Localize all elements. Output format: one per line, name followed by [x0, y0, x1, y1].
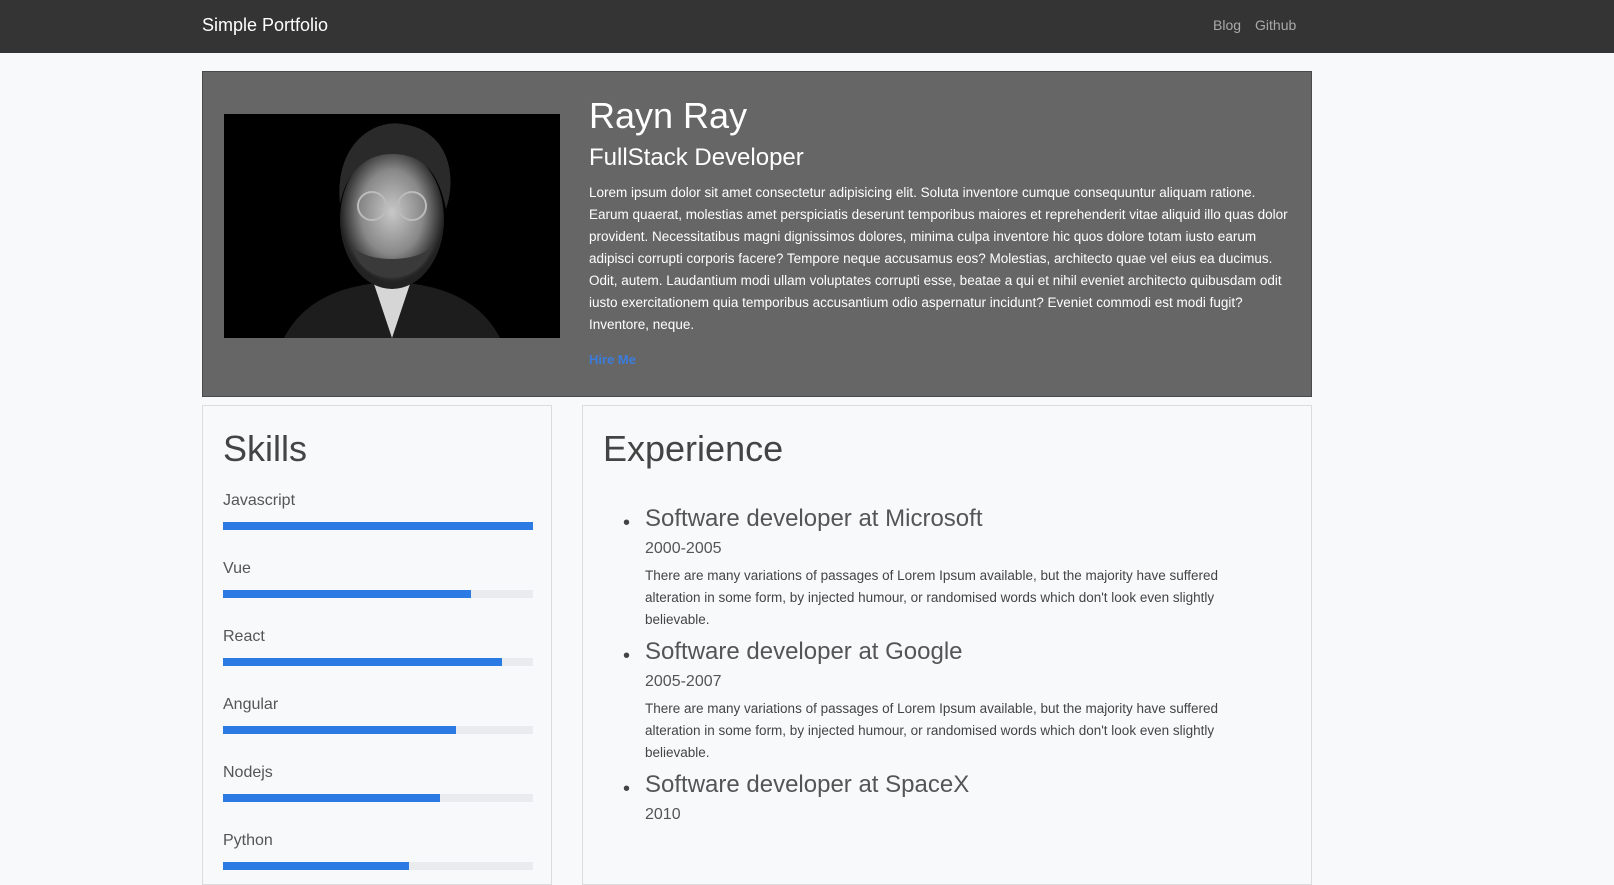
hero-text: Rayn Ray FullStack Developer Lorem ipsum… [589, 94, 1294, 369]
skill-progress-fill [223, 794, 440, 802]
experience-years: 2000-2005 [645, 540, 722, 557]
experience-list: • Software developer at Microsoft 2000-2… [623, 504, 1263, 831]
skill-progress-fill [223, 590, 471, 598]
experience-job-title: Software developer at Google [645, 638, 963, 665]
brand-logo[interactable]: Simple Portfolio [202, 15, 328, 36]
bullet-icon: • [623, 645, 631, 667]
bullet-icon: • [623, 512, 631, 534]
skill-progress-track [223, 522, 533, 530]
skill-item: Angular [223, 696, 533, 734]
hero-section: Rayn Ray FullStack Developer Lorem ipsum… [202, 71, 1312, 397]
skill-progress-fill [223, 726, 456, 734]
nav-link-github[interactable]: Github [1255, 17, 1296, 33]
skill-name: Python [223, 832, 273, 849]
experience-job-title: Software developer at Microsoft [645, 505, 983, 532]
experience-job-title: Software developer at SpaceX [645, 771, 970, 798]
skill-name: Nodejs [223, 764, 273, 781]
skills-card: Skills Javascript Vue React Angular Nodejs Py… [202, 405, 552, 885]
skill-progress-fill [223, 522, 533, 530]
skill-name: React [223, 628, 265, 645]
experience-card: Experience • Software developer at Micro… [582, 405, 1312, 885]
experience-years: 2005-2007 [645, 673, 722, 690]
skill-progress-track [223, 658, 533, 666]
skill-progress-track [223, 794, 533, 802]
skill-item: Javascript [223, 492, 533, 530]
profile-role: FullStack Developer [589, 144, 804, 171]
nav-links: Blog Github [1213, 17, 1296, 33]
experience-years: 2010 [645, 806, 681, 823]
experience-description: There are many variations of passages of… [645, 701, 1219, 760]
portrait-image [224, 114, 560, 338]
experience-item: • Software developer at SpaceX 2010 [623, 770, 1263, 824]
skill-name: Javascript [223, 492, 296, 509]
skill-progress-fill [223, 658, 502, 666]
experience-description: There are many variations of passages of… [645, 568, 1219, 627]
experience-title: Experience [603, 428, 784, 469]
bullet-icon: • [623, 778, 631, 800]
skill-item: Vue [223, 560, 533, 598]
skill-item: React [223, 628, 533, 666]
top-navbar: Simple Portfolio Blog Github [0, 0, 1614, 53]
experience-item: • Software developer at Microsoft 2000-2… [623, 504, 1263, 631]
profile-photo [224, 114, 560, 338]
hire-me-link[interactable]: Hire Me [589, 352, 636, 367]
skill-progress-track [223, 590, 533, 598]
profile-name: Rayn Ray [589, 95, 748, 136]
skill-name: Vue [223, 560, 251, 577]
skill-item: Python [223, 832, 533, 870]
nav-link-blog[interactable]: Blog [1213, 17, 1241, 33]
skill-item: Nodejs [223, 764, 533, 802]
skill-name: Angular [223, 696, 279, 713]
experience-item: • Software developer at Google 2005-2007… [623, 637, 1263, 764]
skill-progress-track [223, 726, 533, 734]
skills-title: Skills [223, 428, 308, 469]
profile-bio: Lorem ipsum dolor sit amet consectetur a… [589, 185, 1288, 332]
